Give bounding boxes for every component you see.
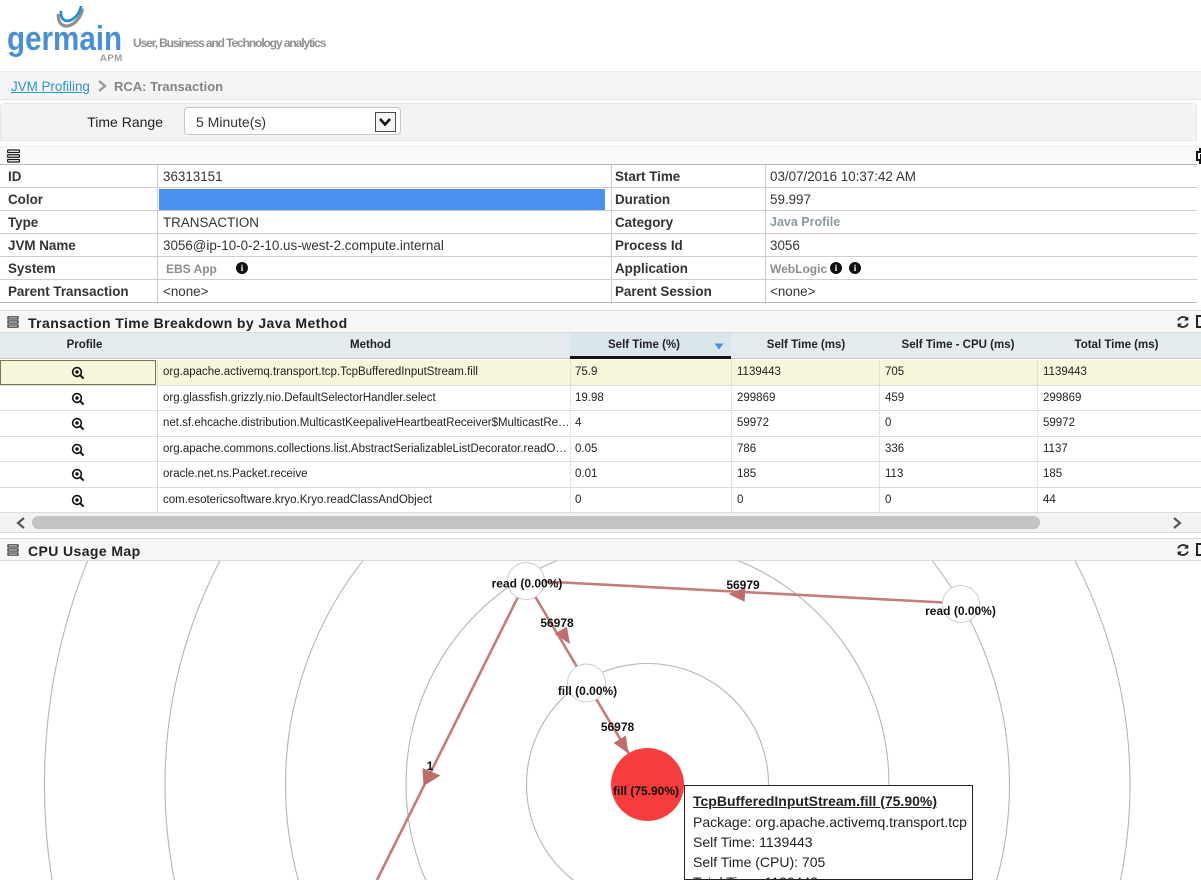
svg-text:56978: 56978 [540,616,574,630]
svg-text:56979: 56979 [726,578,760,592]
svg-text:read (0.00%): read (0.00%) [492,577,563,591]
svg-text:read (0.00%): read (0.00%) [925,604,996,618]
svg-text:1: 1 [427,759,434,773]
svg-text:56978: 56978 [601,720,635,734]
svg-text:fill (0.00%): fill (0.00%) [558,684,617,698]
svg-text:fill (75.90%): fill (75.90%) [613,784,679,798]
